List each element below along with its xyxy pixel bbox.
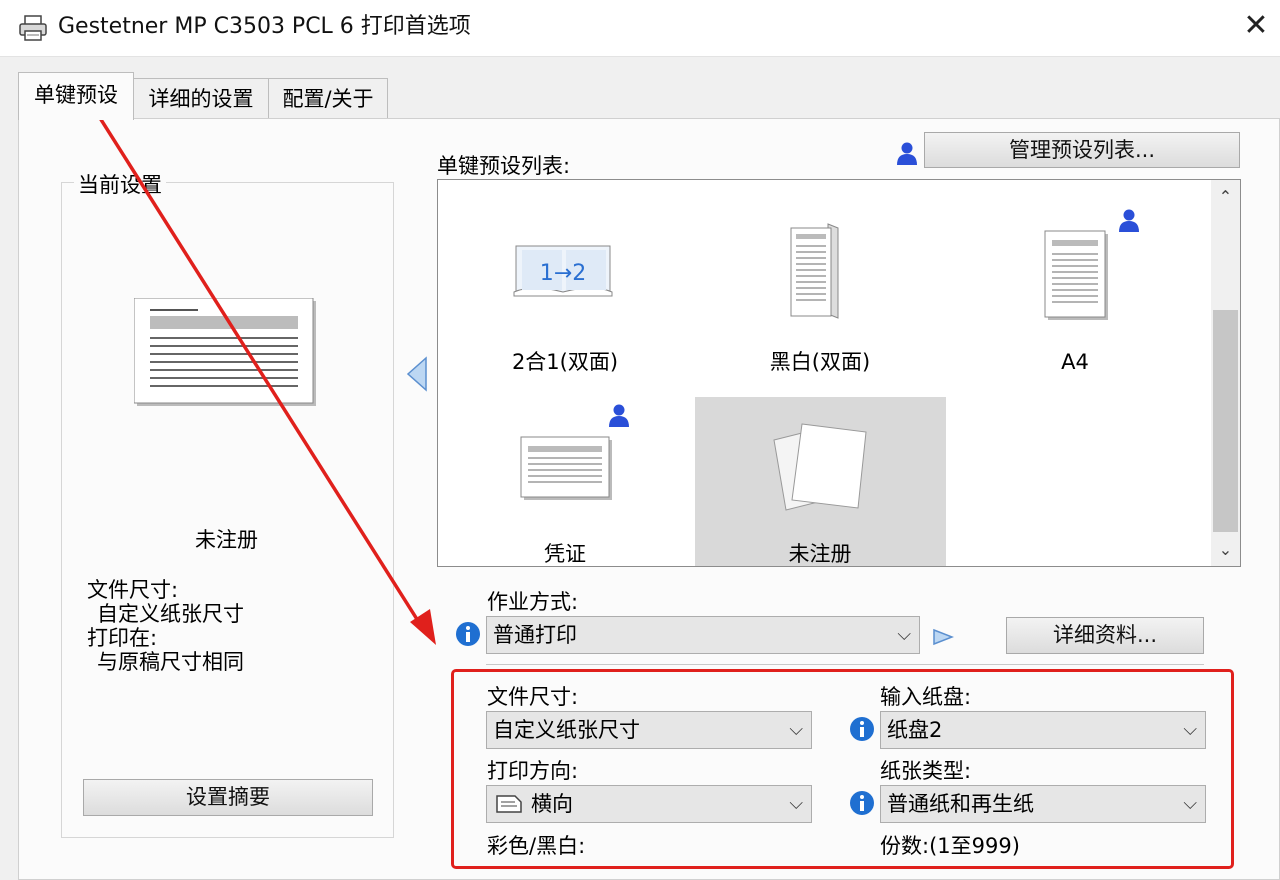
scroll-up-icon[interactable]: ⌃ [1211,183,1240,211]
close-icon[interactable]: ✕ [1238,8,1274,44]
preset-item-label[interactable]: 2合1(双面) [485,348,645,376]
triangle-right-icon[interactable] [932,628,954,646]
preset-item-label[interactable]: 黑白(双面) [740,348,900,376]
scroll-down-icon[interactable]: ⌄ [1211,536,1240,564]
current-settings-group [61,182,394,838]
preset-item-label[interactable]: 未注册 [740,540,900,568]
job-mode-value: 普通打印 [493,623,577,647]
tab-detailed-settings[interactable]: 详细的设置 [133,78,269,119]
tab-one-touch-presets[interactable]: 单键预设 [18,72,134,120]
settings-summary-button[interactable]: 设置摘要 [83,779,373,816]
preset-item-label[interactable]: 凭证 [490,540,640,568]
scroll-thumb[interactable] [1213,310,1238,532]
paper-size-info-value: 自定义纸张尺寸 [97,602,244,626]
printer-icon [19,15,47,41]
current-settings-title: 当前设置 [74,172,166,198]
triangle-left-icon[interactable] [406,356,428,392]
preset-list-label: 单键预设列表: [437,154,571,178]
user-icon [1119,209,1139,232]
details-button[interactable]: 详细资料... [1006,617,1204,654]
chevron-down-icon: ⌵ [897,624,911,645]
user-icon [609,404,629,427]
tab-config-about[interactable]: 配置/关于 [268,78,388,119]
print-on-info-value: 与原稿尺寸相同 [97,650,244,674]
current-preset-name: 未注册 [195,528,258,552]
job-mode-label: 作业方式: [487,590,579,614]
print-on-info-label: 打印在: [87,626,158,650]
a4-page-icon[interactable] [1044,230,1108,320]
divider [486,664,1204,665]
current-preview-page-icon [134,298,316,406]
voucher-page-icon[interactable] [520,436,612,500]
svg-text:1→2: 1→2 [540,261,586,286]
manage-presets-button[interactable]: 管理预设列表... [924,132,1240,168]
paper-size-info-label: 文件尺寸: [87,578,179,602]
user-icon [897,142,917,165]
blank-pages-icon[interactable] [770,418,870,514]
info-icon [456,622,480,646]
preset-item-label[interactable]: A4 [1000,348,1150,376]
job-mode-select[interactable]: 普通打印 ⌵ [486,616,920,654]
two-in-one-duplex-icon[interactable]: 1→2 [512,240,614,298]
highlight-box [451,669,1234,869]
bw-duplex-icon[interactable] [788,222,842,320]
window-title: Gestetner MP C3503 PCL 6 打印首选项 [58,14,471,39]
